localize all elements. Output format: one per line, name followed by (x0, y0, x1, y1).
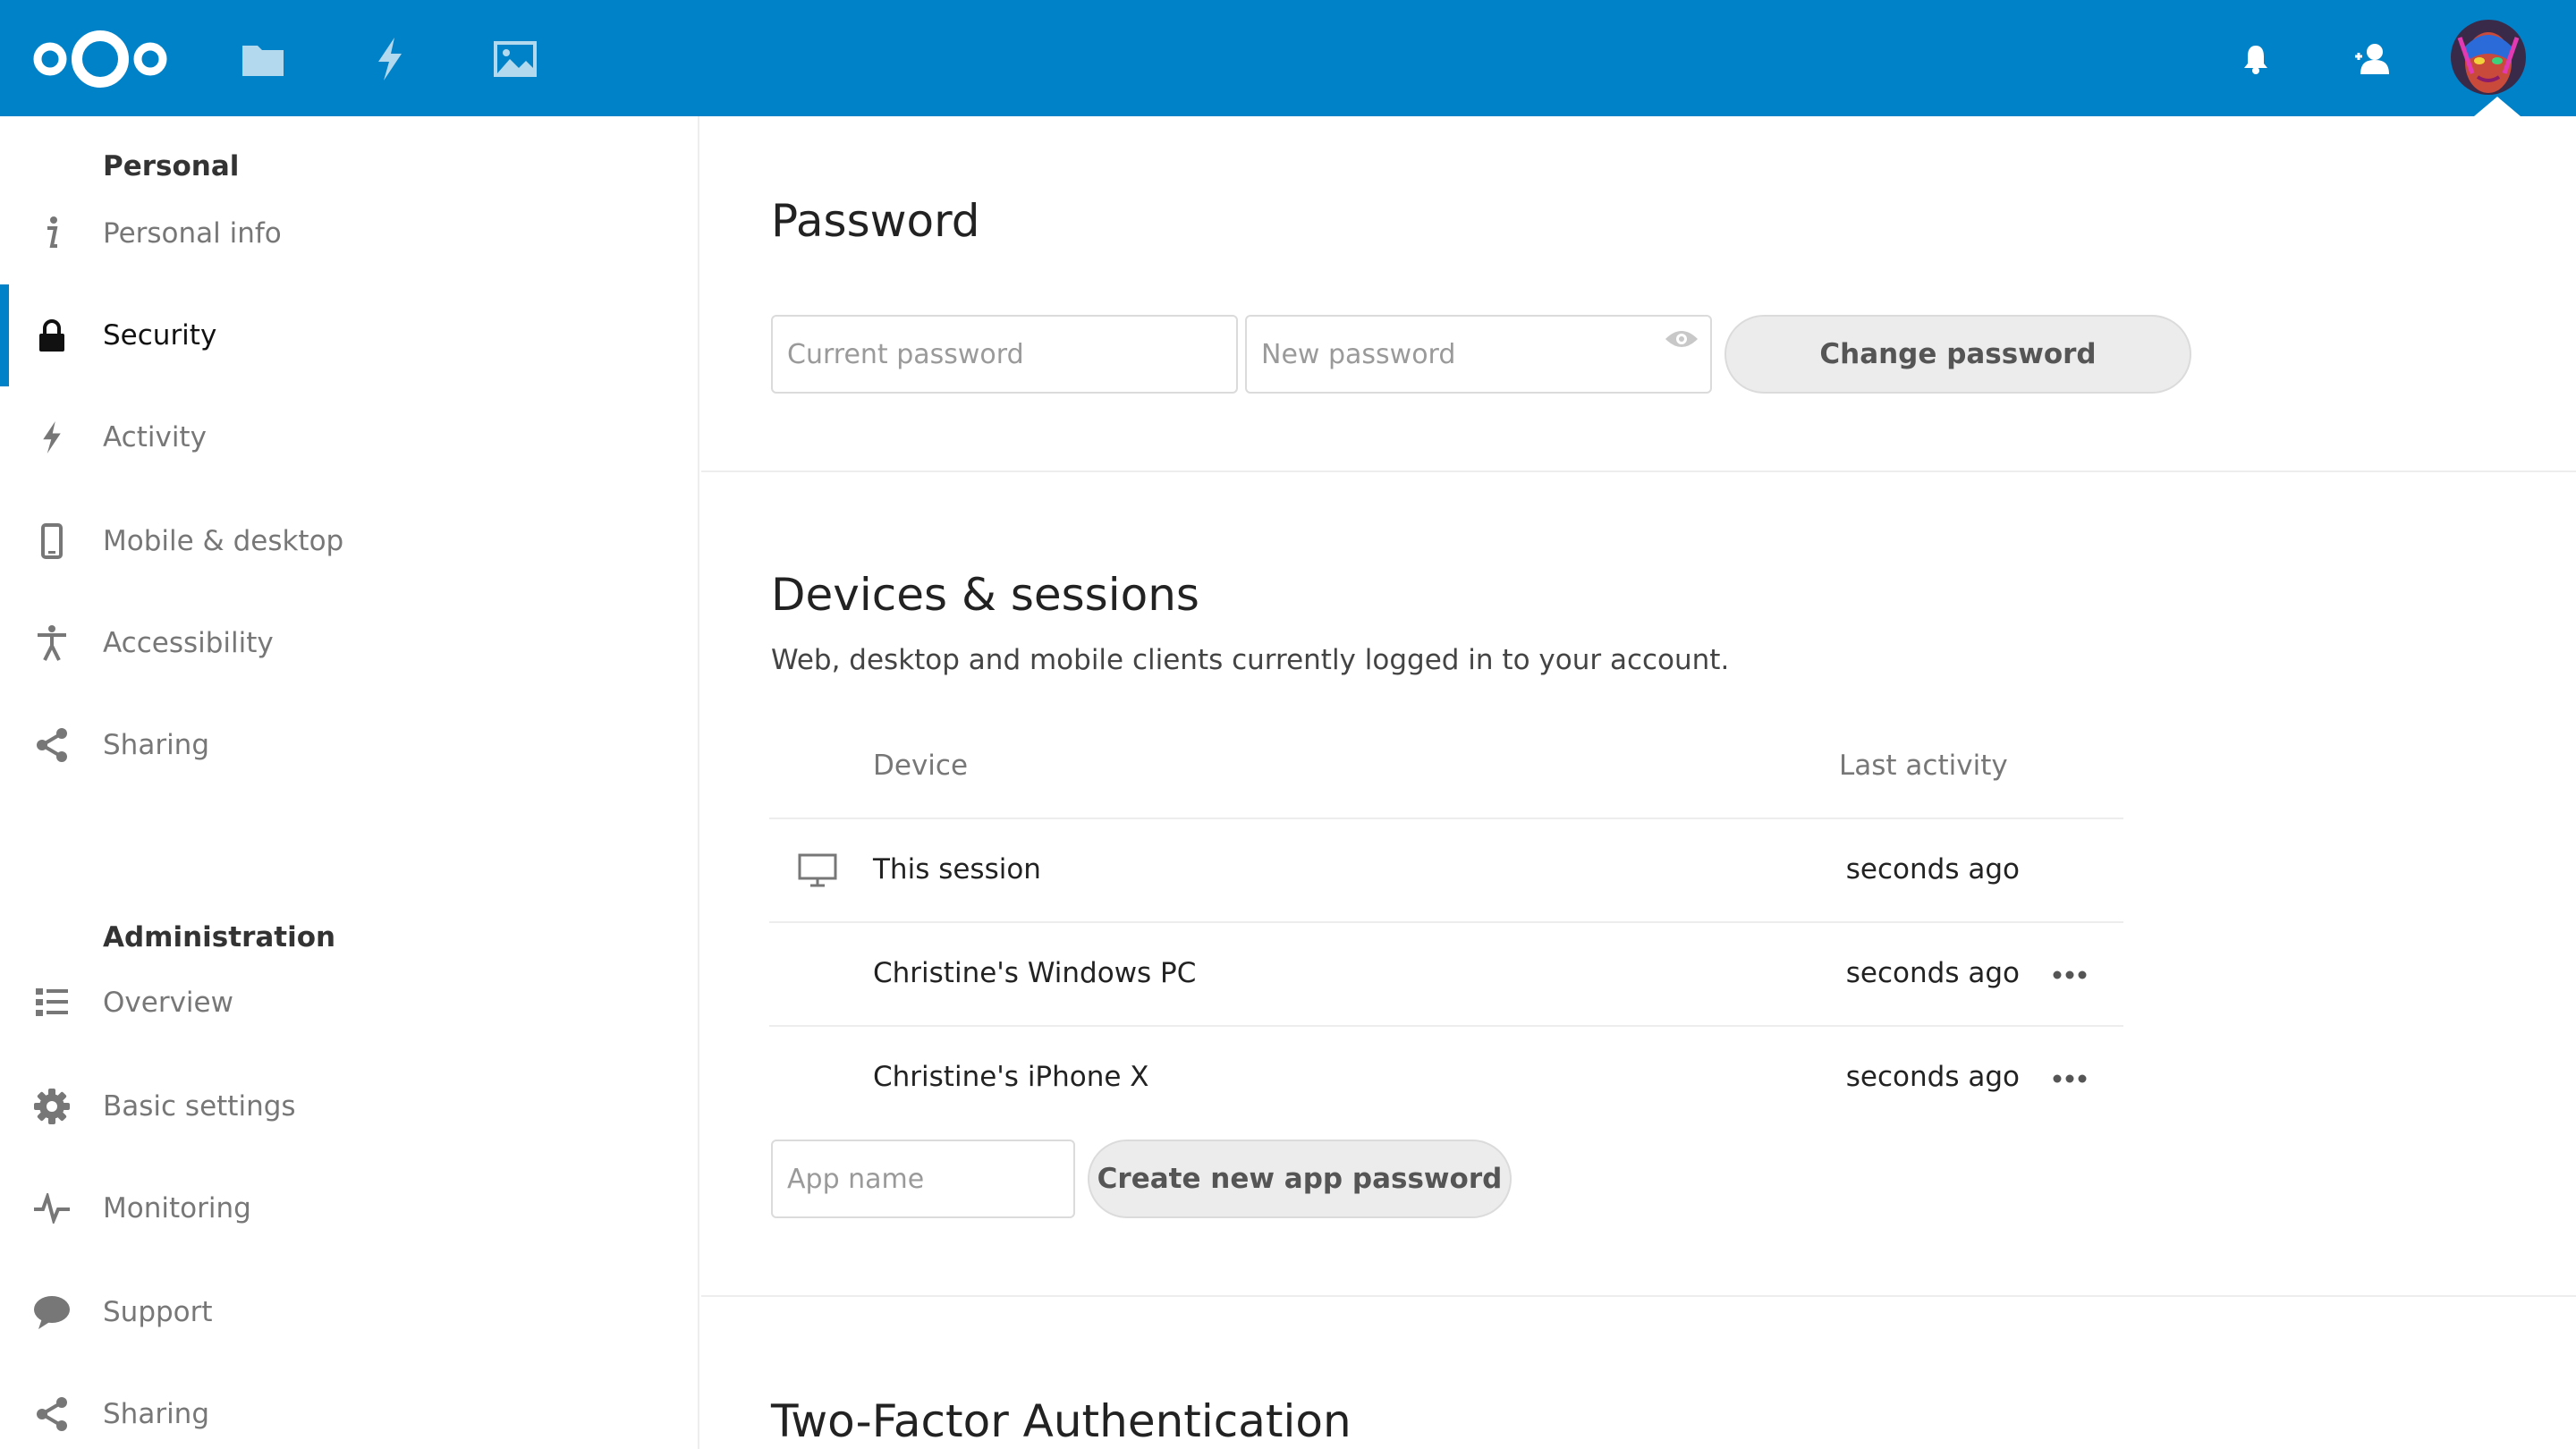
more-icon[interactable] (2050, 959, 2089, 991)
sidebar-caption-personal: Personal (103, 150, 240, 182)
sidebar-item-sharing[interactable]: Sharing (0, 694, 698, 796)
sidebar-item-label: Support (103, 1296, 213, 1328)
info-icon (30, 212, 73, 255)
header (0, 0, 2576, 116)
sidebar-item-accessibility[interactable]: Accessibility (0, 592, 698, 694)
current-password-input[interactable] (771, 315, 1238, 394)
share-icon (30, 1393, 73, 1436)
sidebar-item-support[interactable]: Support (0, 1261, 698, 1363)
two-factor-section: Two-Factor Authentication (701, 1297, 2576, 1449)
sidebar-item-personal-info[interactable]: Personal info (0, 182, 698, 284)
device-name: This session (873, 853, 1041, 886)
table-row: Christine's iPhone X seconds ago (769, 1025, 2123, 1129)
sidebar-item-overview[interactable]: Overview (0, 952, 698, 1054)
sidebar-item-label: Monitoring (103, 1192, 251, 1224)
password-title: Password (771, 195, 980, 247)
image-icon[interactable] (492, 36, 538, 82)
sidebar-item-basic-settings[interactable]: Basic settings (0, 1055, 698, 1157)
avatar[interactable] (2451, 20, 2526, 95)
lightning-icon[interactable] (367, 36, 413, 82)
column-header-device: Device (873, 750, 969, 782)
app-name-input[interactable] (771, 1140, 1075, 1218)
sidebar-item-monitoring[interactable]: Monitoring (0, 1157, 698, 1259)
nextcloud-logo[interactable] (27, 27, 174, 91)
sidebar-item-label: Accessibility (103, 627, 274, 659)
sidebar-caption-administration: Administration (103, 921, 336, 953)
devices-section: Devices & sessions Web, desktop and mobi… (701, 472, 2576, 1295)
sidebar-item-label: Basic settings (103, 1090, 296, 1123)
contacts-icon[interactable] (2345, 32, 2399, 86)
bell-icon[interactable] (2229, 32, 2283, 86)
gear-icon (30, 1085, 73, 1128)
sidebar-item-label: Overview (103, 987, 233, 1019)
sidebar-item-label: Personal info (103, 217, 282, 250)
column-header-last-activity: Last activity (1839, 750, 2008, 782)
sidebar-item-activity[interactable]: Activity (0, 386, 698, 488)
menu-caret (2474, 97, 2521, 116)
phone-icon (30, 520, 73, 563)
devices-title: Devices & sessions (771, 569, 1199, 621)
device-name: Christine's Windows PC (873, 957, 1197, 989)
main-content: Password Change password Devices & sessi… (701, 116, 2576, 1449)
device-last-activity: seconds ago (1845, 957, 2020, 989)
sidebar-item-label: Activity (103, 421, 207, 453)
lock-icon (30, 314, 73, 357)
devices-description: Web, desktop and mobile clients currentl… (771, 644, 1730, 676)
monitor-icon (796, 853, 839, 889)
create-app-password-button[interactable]: Create new app password (1088, 1140, 1512, 1218)
accessibility-icon (30, 622, 73, 665)
lightning-icon (30, 416, 73, 459)
speech-bubble-icon (30, 1291, 73, 1334)
table-row: Christine's Windows PC seconds ago (769, 921, 2123, 1025)
password-section: Password Change password (701, 116, 2576, 472)
sidebar-item-mobile-desktop[interactable]: Mobile & desktop (0, 490, 698, 592)
sidebar-item-label: Sharing (103, 1398, 210, 1430)
sidebar-item-sharing-admin[interactable]: Sharing (0, 1363, 698, 1449)
sidebar-item-label: Sharing (103, 729, 210, 761)
more-icon[interactable] (2050, 1063, 2089, 1095)
share-icon (30, 724, 73, 767)
list-icon (30, 981, 73, 1024)
device-last-activity: seconds ago (1845, 1061, 2020, 1093)
folder-icon[interactable] (240, 36, 286, 82)
sidebar-item-label: Mobile & desktop (103, 525, 344, 557)
eye-icon[interactable] (1662, 326, 1701, 352)
device-name: Christine's iPhone X (873, 1061, 1149, 1093)
pulse-icon (30, 1187, 73, 1230)
two-factor-title: Two-Factor Authentication (771, 1395, 1352, 1447)
sidebar-item-label: Security (103, 319, 217, 352)
sidebar-item-security[interactable]: Security (0, 284, 698, 386)
device-last-activity: seconds ago (1845, 853, 2020, 886)
change-password-button[interactable]: Change password (1724, 315, 2191, 394)
new-password-input[interactable] (1245, 315, 1712, 394)
table-row: This session seconds ago (769, 818, 2123, 921)
sidebar: Personal Personal info Security Activity… (0, 116, 699, 1449)
